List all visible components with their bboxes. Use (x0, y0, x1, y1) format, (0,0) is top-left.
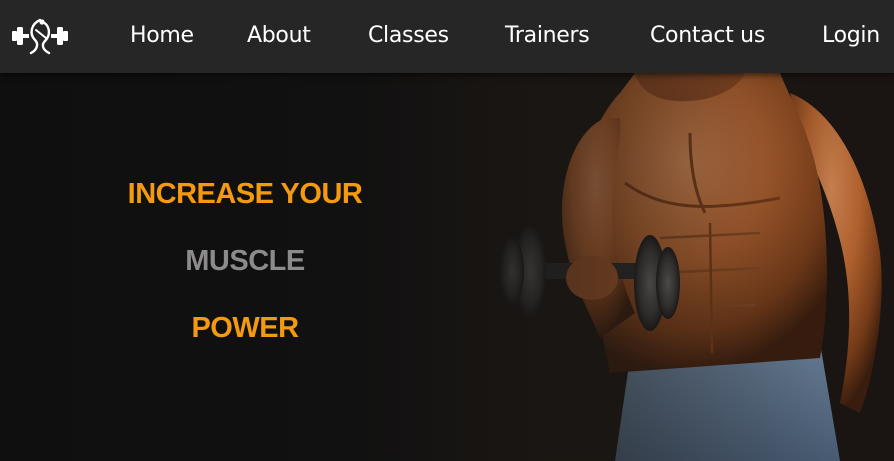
hero-section: INCREASE YOUR MUSCLE POWER (0, 73, 894, 461)
nav-link-contact-us[interactable]: Contact us (650, 22, 765, 50)
navbar: Home About Classes Trainers Contact us L… (0, 0, 894, 73)
nav-link-home[interactable]: Home (130, 22, 194, 50)
hero-headline-line-1: INCREASE YOUR (127, 178, 363, 210)
nav-link-classes[interactable]: Classes (368, 22, 449, 50)
hero-headline-line-2: MUSCLE (185, 245, 305, 277)
nav-link-about[interactable]: About (247, 22, 311, 50)
fitness-logo-icon[interactable] (9, 16, 71, 56)
nav-link-trainers[interactable]: Trainers (505, 22, 590, 50)
nav-link-login[interactable]: Login (822, 22, 880, 50)
page: Home About Classes Trainers Contact us L… (0, 0, 894, 461)
hero-headline-line-3: POWER (191, 312, 299, 344)
